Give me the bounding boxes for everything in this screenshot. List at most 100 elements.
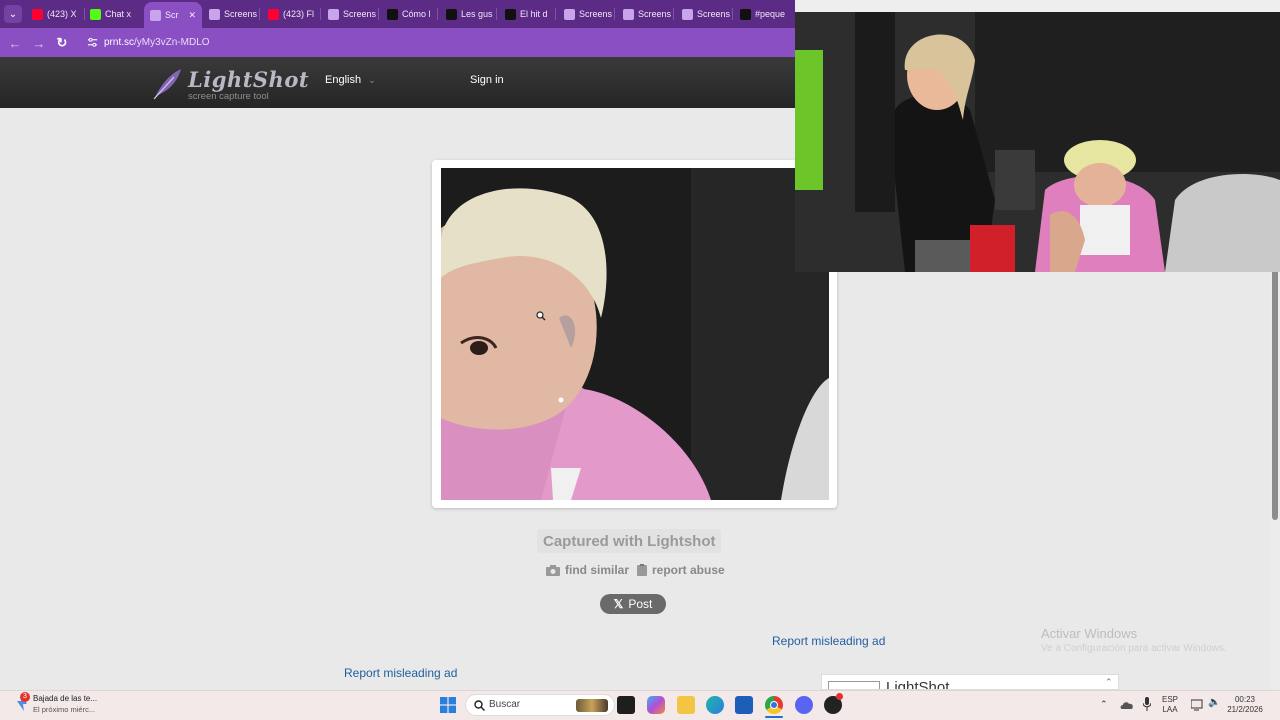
lightshot-logo[interactable]: LightShot screen capture tool [150,65,309,102]
tiktok-icon [446,8,457,20]
screenshot-image[interactable] [441,168,829,500]
edge-icon[interactable] [706,696,724,714]
tab-separator [437,8,438,20]
ad-banner[interactable]: LightShot ⌃ [821,674,1119,690]
lightshot-icon [682,8,693,20]
signin-link[interactable]: Sign in [470,74,504,86]
browser-tab-label: Chat x [105,9,132,19]
clock-date: 21/2/2026 [1227,705,1263,714]
lightshot-icon [623,8,634,20]
youtube-icon [32,8,43,20]
copilot-icon[interactable] [647,696,665,714]
url-text: prnt.sc/yMy3vZn-MDLO [104,37,210,48]
reload-icon[interactable]: ↻ [53,34,71,52]
task-view-icon[interactable] [617,696,635,714]
tab-separator [320,8,321,20]
search-icon [474,700,485,711]
tiktok-icon [740,8,751,20]
browser-tab-label: Screens [638,9,672,19]
kick-icon [90,8,101,20]
discord-icon[interactable] [795,696,813,714]
obs-icon[interactable] [824,693,843,714]
microsoft-store-icon[interactable] [735,696,753,714]
tab-separator [614,8,615,20]
input-language-indicator[interactable]: ESP LAA [1162,695,1178,715]
browser-tab[interactable]: El hit d [499,4,555,24]
chrome-active-indicator [765,716,783,718]
browser-tab[interactable]: Screens [617,4,673,24]
search-placeholder: Buscar [489,699,521,710]
browser-tab[interactable]: Chat x [84,4,140,24]
input-language-line2: LAA [1162,705,1178,714]
windows-logo-icon [440,697,456,713]
site-info-icon[interactable] [87,37,98,48]
tab-separator [673,8,674,20]
browser-tab[interactable]: Screens [558,4,614,24]
notification-badge: 3 [20,692,30,702]
language-select[interactable]: English ⌄ [325,74,376,86]
browser-tab-label: El hit d [520,9,548,19]
find-similar-link[interactable]: find similar [546,563,629,577]
tray-chevron-up-icon[interactable]: ⌃ [1100,699,1108,710]
chrome-icon[interactable] [765,696,783,714]
forward-icon[interactable]: → [30,34,48,52]
tiktok-icon [505,8,516,20]
browser-tab-label: (423) Fl [283,9,315,19]
language-label: English [325,74,362,86]
browser-tab[interactable]: #peque [734,4,790,24]
volume-icon[interactable]: 🔈 [1208,697,1220,708]
tab-separator [732,8,733,20]
report-misleading-ad-link[interactable]: Report misleading ad [772,634,885,648]
browser-tab[interactable]: Screens [676,4,732,24]
browser-tab[interactable]: Cómo l [381,4,437,24]
browser-tab-label: Screens [224,9,258,19]
clock-time: 00:23 [1234,695,1256,704]
taskbar-search[interactable] [465,694,615,716]
feather-icon [153,69,181,100]
video-overlay[interactable] [795,0,1280,272]
browser-tab[interactable]: Screens [322,4,378,24]
tab-separator [496,8,497,20]
report-misleading-ad-link[interactable]: Report misleading ad [344,666,457,680]
browser-tab-label: #peque [755,9,786,19]
post-label: Post [628,597,653,611]
browser-tab[interactable]: (423) Fl [262,4,320,24]
notification-weather-icon[interactable]: 3 [14,692,30,712]
file-explorer-icon[interactable] [677,696,695,714]
camera-icon [546,564,560,576]
ad-image-frame [828,681,880,689]
browser-tab[interactable]: Les gus [440,4,496,24]
report-abuse-label: report abuse [652,563,725,577]
browser-tab-label: Screens [697,9,731,19]
tab-separator [378,8,379,20]
microphone-icon[interactable] [1142,697,1152,711]
onedrive-icon[interactable] [1120,698,1134,710]
report-abuse-link[interactable]: report abuse [637,563,725,577]
tab-separator [555,8,556,20]
lightshot-icon [209,8,220,20]
activate-windows-title: Activar Windows [1041,626,1138,641]
browser-tab-label: (423) X [47,9,77,19]
clock[interactable]: 00:23 21/2/2026 [1226,695,1264,715]
url-path: /yMy3vZn-MDLO [134,37,210,48]
logo-subtitle: screen capture tool [188,91,269,102]
notification-title[interactable]: Bajada de las te... [33,694,97,703]
ad-chevron-icon[interactable]: ⌃ [1105,677,1113,688]
browser-tab-label: Scr [165,10,179,20]
browser-tab[interactable]: (423) X [26,4,84,24]
browser-tab-label: Cómo l [402,9,431,19]
start-button[interactable] [440,697,456,713]
address-bar[interactable]: prnt.sc/yMy3vZn-MDLO [78,32,798,53]
zoom-cursor-icon [536,311,546,321]
tab-search-button[interactable]: ⌄ [4,5,22,23]
back-icon[interactable]: ← [6,34,24,52]
close-tab-icon[interactable]: ✕ [188,10,196,21]
browser-tab[interactable]: Screens [203,4,259,24]
lightshot-icon [564,8,575,20]
network-icon[interactable] [1190,698,1205,711]
screenshot-photo [441,168,829,500]
x-post-button[interactable]: 𝕏 Post [600,594,666,614]
clipboard-icon [637,564,647,576]
browser-tab[interactable]: Scr ✕ [144,2,202,28]
input-language-line1: ESP [1162,695,1179,704]
